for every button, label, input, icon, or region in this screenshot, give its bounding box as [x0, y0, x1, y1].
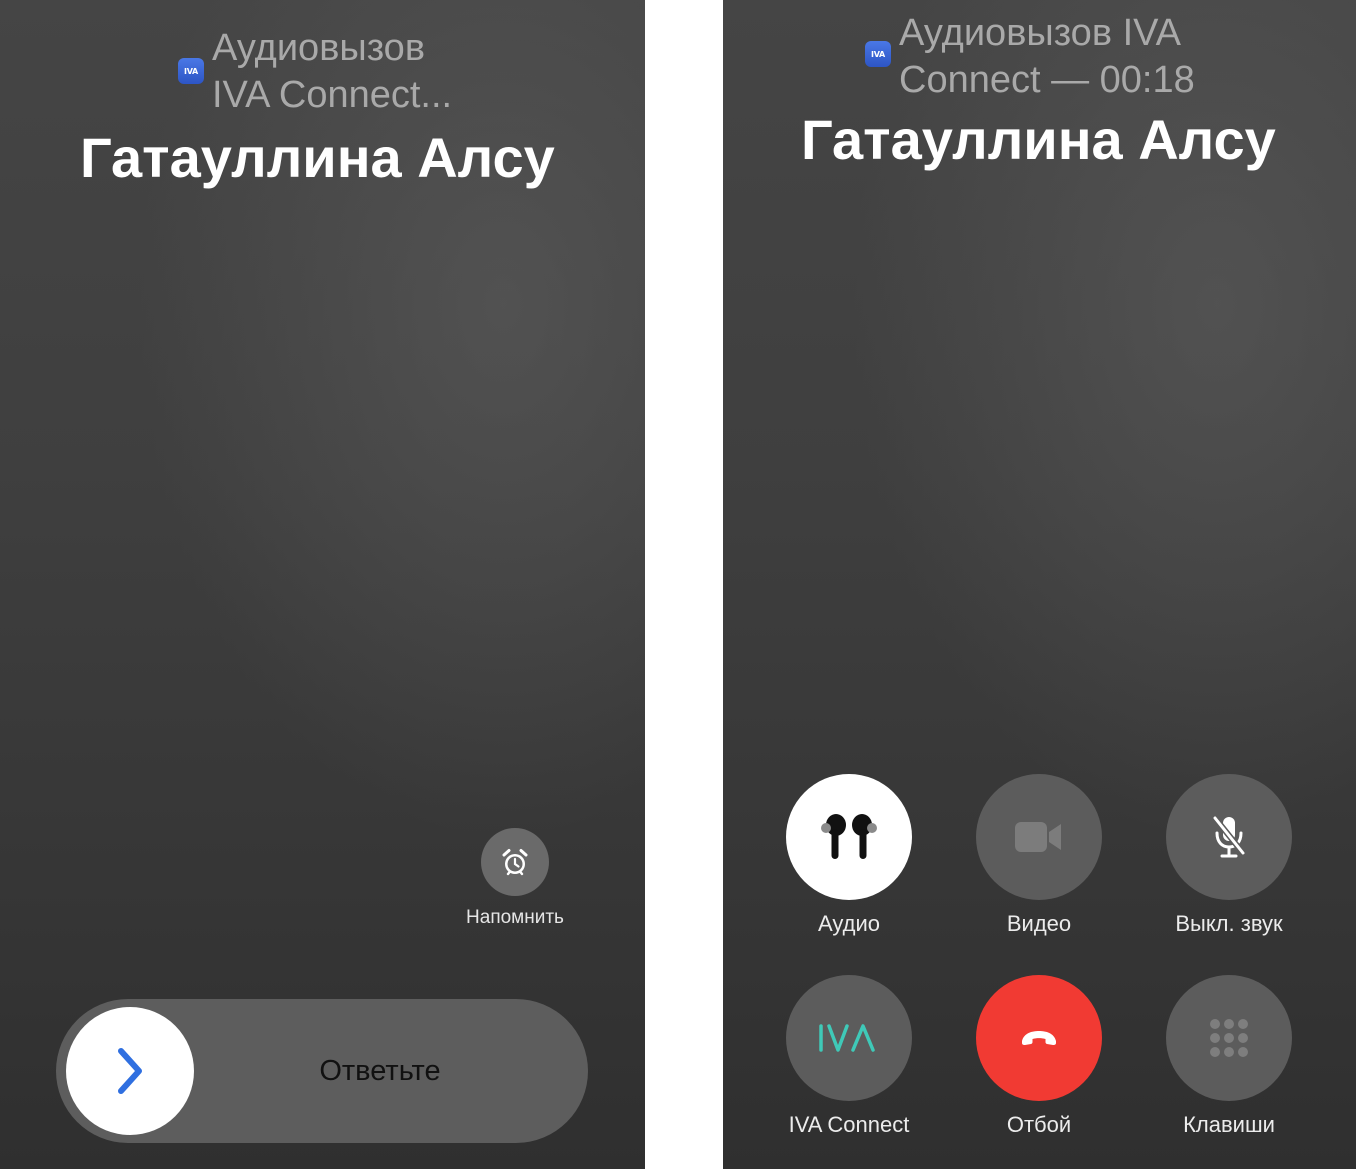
mute-button[interactable]	[1166, 774, 1292, 900]
mute-control: Выкл. звук	[1134, 774, 1324, 938]
iva-app-icon: IVA	[865, 41, 891, 67]
call-status-header: IVA Аудиовызов IVA Connect...	[178, 25, 452, 119]
keypad-icon	[1210, 1019, 1248, 1057]
video-control: Видео	[944, 774, 1134, 938]
keypad-label: Клавиши	[1183, 1112, 1275, 1137]
call-status-line2: IVA Connect...	[212, 74, 453, 116]
answer-slider-text: Ответьте	[319, 1055, 441, 1087]
call-status-header: IVA Аудиовызов IVA Connect — 00:18	[865, 10, 1195, 104]
caller-name: Гатауллина Алсу	[80, 126, 555, 189]
alarm-clock-icon	[502, 849, 528, 876]
call-status-text: Аудиовызов IVA Connect — 00:18	[899, 10, 1195, 104]
iva-app-icon: IVA	[178, 58, 204, 84]
remind-me-label: Напомнить	[466, 907, 564, 928]
end-call-label: Отбой	[1006, 1112, 1072, 1137]
call-status-text: Аудиовызов IVA Connect...	[212, 25, 452, 119]
caller-name: Гатауллина Алсу	[801, 108, 1276, 171]
iva-connect-label: IVA Connect	[788, 1112, 910, 1137]
chevron-right-icon	[118, 1048, 142, 1094]
airpods-icon	[821, 814, 877, 859]
iva-connect-button[interactable]	[786, 975, 912, 1101]
active-call-screen: IVA Аудиовызов IVA Connect — 00:18 Гатау…	[723, 0, 1356, 1169]
keypad-control: Клавиши	[1134, 975, 1324, 1139]
audio-route-control: Аудио	[754, 774, 944, 938]
iva-logo-icon	[819, 1024, 875, 1052]
video-button[interactable]	[976, 774, 1102, 900]
incoming-call-screen: IVA Аудиовызов IVA Connect... Гатауллина…	[0, 0, 645, 1169]
iva-connect-control: IVA Connect	[754, 975, 944, 1139]
remind-me-button[interactable]	[481, 828, 549, 896]
end-call-control: Отбой	[944, 975, 1134, 1139]
video-camera-icon	[1015, 822, 1061, 852]
end-call-button[interactable]	[976, 975, 1102, 1101]
audio-route-label: Аудио	[817, 911, 881, 936]
end-call-icon	[1022, 1031, 1056, 1045]
call-status-line1: Аудиовызов IVA	[899, 12, 1181, 54]
app-icon-text: IVA	[184, 66, 198, 76]
audio-route-button[interactable]	[786, 774, 912, 900]
video-label: Видео	[1006, 911, 1072, 936]
call-status-line2: Connect — 00:18	[899, 59, 1195, 101]
microphone-slash-icon	[1212, 816, 1246, 858]
answer-slider-knob[interactable]	[66, 1007, 194, 1135]
mute-label: Выкл. звук	[1175, 911, 1283, 936]
app-icon-text: IVA	[871, 49, 885, 59]
keypad-button[interactable]	[1166, 975, 1292, 1101]
call-status-line1: Аудиовызов	[212, 27, 426, 69]
